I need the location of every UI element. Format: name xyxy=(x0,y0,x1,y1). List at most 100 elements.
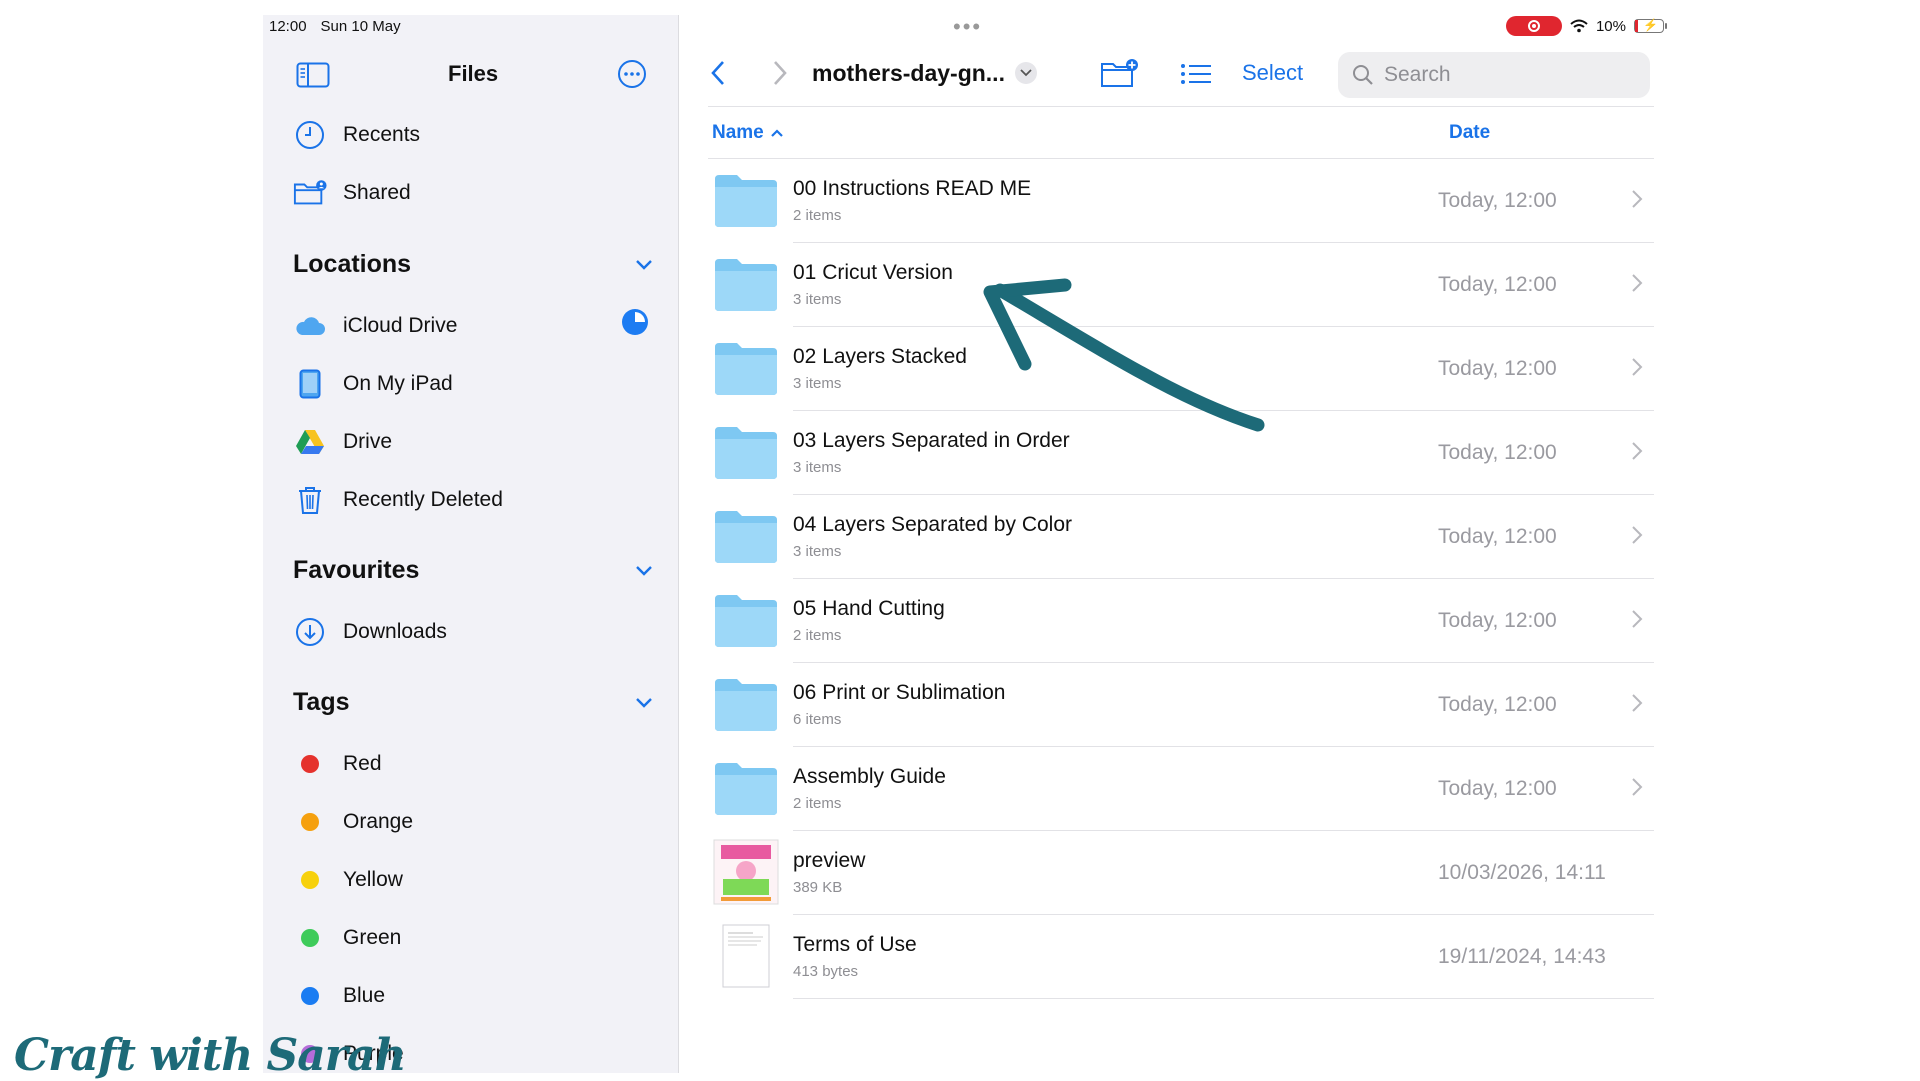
screen-recording-icon[interactable] xyxy=(1505,16,1562,36)
chevron-right-icon xyxy=(1632,526,1643,544)
new-folder-icon[interactable] xyxy=(1100,58,1140,88)
file-date: Today, 12:00 xyxy=(1438,441,1557,464)
sidebar-item-shared[interactable]: Shared xyxy=(293,173,411,213)
section-locations[interactable]: Locations xyxy=(293,250,653,279)
file-subtitle: 2 items xyxy=(793,627,842,644)
more-options-icon[interactable] xyxy=(617,59,647,89)
file-row[interactable]: 00 Instructions READ ME 2 items Today, 12:… xyxy=(708,159,1654,243)
sidebar-item-on-my-ipad[interactable]: On My iPad xyxy=(293,364,453,404)
sidebar-item-label: Drive xyxy=(343,430,393,453)
icloud-icon xyxy=(293,309,327,343)
file-subtitle: 3 items xyxy=(793,291,842,308)
select-button[interactable]: Select xyxy=(1242,60,1303,86)
status-date: Sun 10 May xyxy=(320,18,401,35)
file-row[interactable]: 05 Hand Cutting 2 items Today, 12:00 xyxy=(708,579,1654,663)
column-header-date[interactable]: Date xyxy=(1449,122,1490,144)
sidebar-item-recents[interactable]: Recents xyxy=(293,115,420,155)
file-date: Today, 12:00 xyxy=(1438,609,1557,632)
status-time: 12:00 xyxy=(269,18,307,35)
sidebar-item-label: iCloud Drive xyxy=(343,314,458,337)
icloud-sync-progress-icon xyxy=(622,309,648,335)
sidebar-item-label: On My iPad xyxy=(343,372,453,395)
file-date: Today, 12:00 xyxy=(1438,525,1557,548)
status-bar-left: 12:00 Sun 10 May xyxy=(269,18,401,35)
file-name: 03 Layers Separated in Order xyxy=(793,429,1070,452)
wifi-icon xyxy=(1570,19,1588,33)
tag-color-dot-icon xyxy=(293,747,327,781)
chevron-right-icon xyxy=(1632,694,1643,712)
search-icon xyxy=(1353,65,1373,85)
section-title: Tags xyxy=(293,688,350,716)
file-row[interactable]: 01 Cricut Version 3 items Today, 12:00 xyxy=(708,243,1654,327)
sidebar-tag-yellow[interactable]: Yellow xyxy=(293,860,403,900)
list-view-icon[interactable] xyxy=(1180,63,1212,85)
chevron-down-icon[interactable] xyxy=(635,565,653,577)
folder-menu-chevron-icon[interactable] xyxy=(1015,62,1037,84)
sidebar-tag-orange[interactable]: Orange xyxy=(293,802,413,842)
folder-icon xyxy=(713,425,779,481)
sidebar-item-downloads[interactable]: Downloads xyxy=(293,612,447,652)
folder-icon xyxy=(713,173,779,229)
file-name: 00 Instructions READ ME xyxy=(793,177,1032,200)
file-subtitle: 2 items xyxy=(793,795,842,812)
file-row[interactable]: preview 389 KB 10/03/2026, 14:11 xyxy=(708,831,1654,915)
sidebar-item-drive[interactable]: Drive xyxy=(293,422,392,462)
file-name: 06 Print or Sublimation xyxy=(793,681,1006,704)
file-date: Today, 12:00 xyxy=(1438,273,1557,296)
multitasking-dots-icon[interactable]: ••• xyxy=(953,14,982,40)
chevron-down-icon[interactable] xyxy=(635,697,653,709)
column-header-label: Date xyxy=(1449,122,1491,143)
folder-icon xyxy=(713,341,779,397)
folder-icon xyxy=(713,509,779,565)
file-row[interactable]: 04 Layers Separated by Color 3 items Today… xyxy=(708,495,1654,579)
column-header-label: Name xyxy=(712,122,764,143)
sidebar-toggle-icon[interactable] xyxy=(296,62,330,88)
status-bar-right: 10% ⚡ xyxy=(1505,16,1667,36)
sidebar-item-label: Red xyxy=(343,752,382,775)
sidebar-item-label: Downloads xyxy=(343,620,447,643)
row-divider xyxy=(793,998,1654,999)
chevron-right-icon xyxy=(1632,358,1643,376)
file-subtitle: 3 items xyxy=(793,375,842,392)
file-name: 04 Layers Separated by Color xyxy=(793,513,1072,536)
search-input[interactable]: Search xyxy=(1338,52,1650,98)
file-subtitle: 413 bytes xyxy=(793,963,859,980)
file-name: Assembly Guide xyxy=(793,765,946,788)
file-row[interactable]: 06 Print or Sublimation 6 items Today, 12:… xyxy=(708,663,1654,747)
section-tags[interactable]: Tags xyxy=(293,688,653,717)
sidebar-item-label: Blue xyxy=(343,984,386,1007)
chevron-right-icon xyxy=(1632,610,1643,628)
tag-color-dot-icon xyxy=(293,805,327,839)
sidebar-item-label: Green xyxy=(343,926,402,949)
file-row[interactable]: 03 Layers Separated in Order 3 items Today… xyxy=(708,411,1654,495)
back-chevron-icon[interactable] xyxy=(710,60,726,86)
column-header-name[interactable]: Name xyxy=(712,122,784,144)
file-row[interactable]: 02 Layers Stacked 3 items Today, 12:00 xyxy=(708,327,1654,411)
section-favourites[interactable]: Favourites xyxy=(293,556,653,585)
sidebar-tag-green[interactable]: Green xyxy=(293,918,401,958)
file-row[interactable]: Assembly Guide 2 items Today, 12:00 xyxy=(708,747,1654,831)
ipad-icon xyxy=(293,367,327,401)
file-row[interactable]: Terms of Use 413 bytes 19/11/2024, 14:43 xyxy=(708,915,1654,999)
sidebar-tag-blue[interactable]: Blue xyxy=(293,976,385,1016)
file-subtitle: 6 items xyxy=(793,711,842,728)
chevron-down-icon[interactable] xyxy=(635,259,653,271)
file-name: 01 Cricut Version xyxy=(793,261,953,284)
section-title: Favourites xyxy=(293,556,420,584)
sidebar-item-recently-deleted[interactable]: Recently Deleted xyxy=(293,480,503,520)
forward-chevron-icon[interactable] xyxy=(772,60,788,86)
file-name: preview xyxy=(793,849,866,872)
sidebar-item-label: Recents xyxy=(343,123,421,146)
sidebar-item-icloud-drive[interactable]: iCloud Drive xyxy=(293,306,457,346)
sidebar-tag-red[interactable]: Red xyxy=(293,744,382,784)
battery-percent: 10% xyxy=(1595,17,1626,35)
trash-icon xyxy=(293,483,327,517)
file-subtitle: 389 KB xyxy=(793,879,843,896)
tag-color-dot-icon xyxy=(293,921,327,955)
file-date: Today, 12:00 xyxy=(1438,189,1557,212)
document-icon xyxy=(713,924,779,988)
current-folder-title[interactable]: mothers-day-gn... xyxy=(812,60,1005,87)
tag-color-dot-icon xyxy=(293,863,327,897)
sort-ascending-chevron-icon xyxy=(770,129,783,137)
battery-icon: ⚡ xyxy=(1634,18,1667,33)
